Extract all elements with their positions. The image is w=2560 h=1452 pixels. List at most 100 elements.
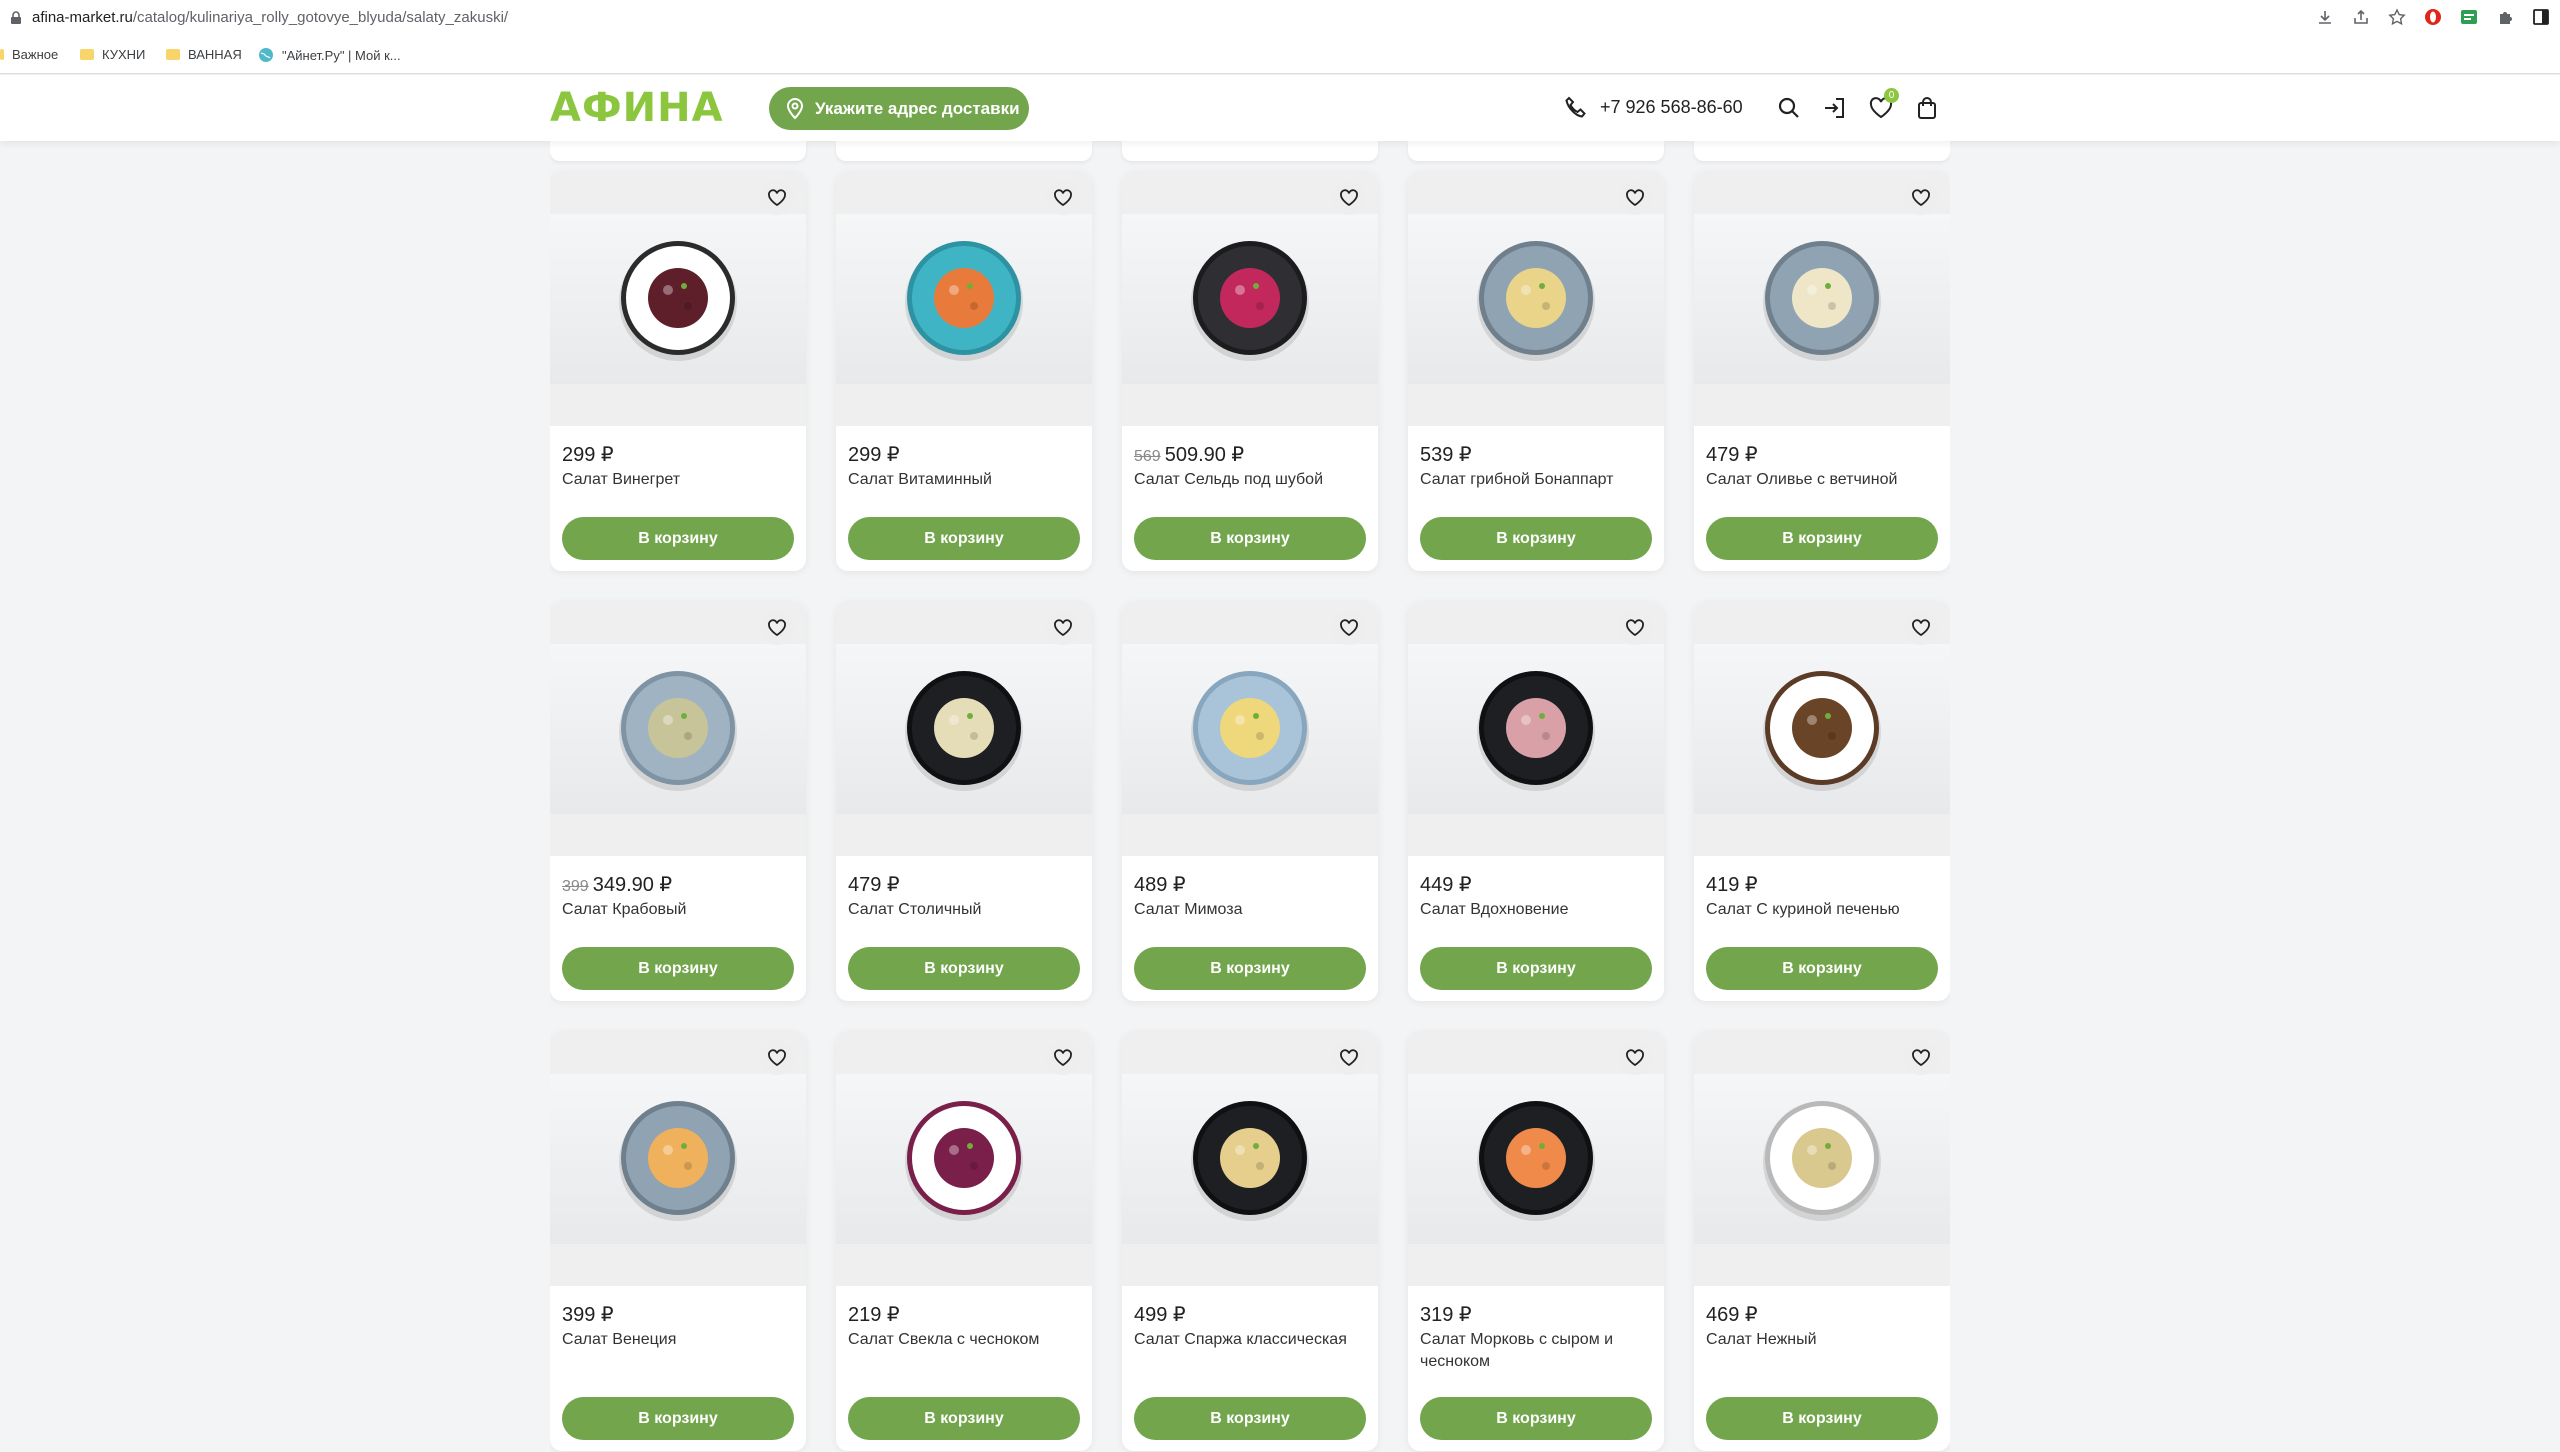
- product-name[interactable]: Салат Оливье с ветчиной: [1706, 469, 1938, 491]
- phone-number[interactable]: +7 926 568-86-60: [1600, 97, 1743, 118]
- product-name[interactable]: Салат Столичный: [848, 899, 1080, 921]
- product-photo[interactable]: [1408, 644, 1664, 814]
- product-photo[interactable]: [836, 644, 1092, 814]
- product-photo[interactable]: [550, 214, 806, 384]
- product-name[interactable]: Салат Венеция: [562, 1329, 794, 1351]
- delivery-address-button[interactable]: Укажите адрес доставки: [769, 87, 1029, 130]
- product-photo[interactable]: [1408, 214, 1664, 384]
- add-to-favorites-button[interactable]: [1046, 1041, 1080, 1075]
- add-to-favorites-button[interactable]: [1618, 1041, 1652, 1075]
- login-icon[interactable]: [1822, 95, 1848, 121]
- add-to-cart-button[interactable]: В корзину: [1706, 947, 1938, 990]
- download-icon[interactable]: [2314, 6, 2336, 28]
- product-card[interactable]: 319 ₽ Салат Морковь с сыром и чесноком В…: [1408, 1031, 1664, 1451]
- url-text[interactable]: afina-market.ru/catalog/kulinariya_rolly…: [32, 9, 508, 26]
- product-image-area[interactable]: [1694, 601, 1950, 856]
- product-card[interactable]: 299 ₽ Салат Витаминный В корзину: [836, 171, 1092, 571]
- product-photo[interactable]: [1122, 644, 1378, 814]
- product-photo[interactable]: [1694, 214, 1950, 384]
- product-image-area[interactable]: [1122, 601, 1378, 856]
- add-to-cart-button[interactable]: В корзину: [1420, 517, 1652, 560]
- add-to-favorites-button[interactable]: [1046, 181, 1080, 215]
- product-name[interactable]: Салат Нежный: [1706, 1329, 1938, 1351]
- add-to-favorites-button[interactable]: [760, 1041, 794, 1075]
- add-to-cart-button[interactable]: В корзину: [1420, 1397, 1652, 1440]
- add-to-cart-button[interactable]: В корзину: [848, 517, 1080, 560]
- product-photo[interactable]: [1694, 1074, 1950, 1244]
- product-card[interactable]: 469 ₽ Салат Нежный В корзину: [1694, 1031, 1950, 1451]
- opera-extension-icon[interactable]: [2422, 6, 2444, 28]
- add-to-cart-button[interactable]: В корзину: [1134, 947, 1366, 990]
- bookmark-ainet[interactable]: "Айнет.Ру" | Мой к...: [258, 47, 401, 63]
- add-to-cart-button[interactable]: В корзину: [1134, 517, 1366, 560]
- translate-extension-icon[interactable]: [2458, 6, 2480, 28]
- product-image-area[interactable]: [1122, 1031, 1378, 1286]
- product-photo[interactable]: [550, 644, 806, 814]
- product-card[interactable]: 479 ₽ Салат Оливье с ветчиной В корзину: [1694, 171, 1950, 571]
- add-to-cart-button[interactable]: В корзину: [848, 947, 1080, 990]
- product-card[interactable]: 399 ₽ Салат Венеция В корзину: [550, 1031, 806, 1451]
- add-to-cart-button[interactable]: В корзину: [562, 517, 794, 560]
- product-photo[interactable]: [836, 214, 1092, 384]
- bookmark-important[interactable]: Важное: [0, 47, 58, 62]
- product-name[interactable]: Салат С куриной печенью: [1706, 899, 1938, 921]
- share-icon[interactable]: [2350, 6, 2372, 28]
- search-icon[interactable]: [1776, 95, 1802, 121]
- product-image-area[interactable]: [1408, 171, 1664, 426]
- site-logo[interactable]: АФИНА: [550, 85, 724, 131]
- add-to-favorites-button[interactable]: [1618, 181, 1652, 215]
- product-image-area[interactable]: [1408, 1031, 1664, 1286]
- product-photo[interactable]: [1408, 1074, 1664, 1244]
- product-image-area[interactable]: [550, 171, 806, 426]
- product-photo[interactable]: [550, 1074, 806, 1244]
- product-card[interactable]: 499 ₽ Салат Спаржа классическая В корзин…: [1122, 1031, 1378, 1451]
- bookmark-bathroom[interactable]: ВАННАЯ: [166, 47, 242, 62]
- product-name[interactable]: Салат Морковь с сыром и чесноком: [1420, 1329, 1652, 1373]
- add-to-cart-button[interactable]: В корзину: [1706, 517, 1938, 560]
- product-card[interactable]: 479 ₽ Салат Столичный В корзину: [836, 601, 1092, 1001]
- product-image-area[interactable]: [1694, 1031, 1950, 1286]
- product-image-area[interactable]: [836, 601, 1092, 856]
- product-image-area[interactable]: [1408, 601, 1664, 856]
- product-card[interactable]: 219 ₽ Салат Свекла с чесноком В корзину: [836, 1031, 1092, 1451]
- product-name[interactable]: Салат Витаминный: [848, 469, 1080, 491]
- product-card[interactable]: 299 ₽ Салат Винегрет В корзину: [550, 171, 806, 571]
- sidebar-panel-icon[interactable]: [2530, 6, 2552, 28]
- add-to-favorites-button[interactable]: [1332, 611, 1366, 645]
- add-to-favorites-button[interactable]: [760, 181, 794, 215]
- bookmark-kitchens[interactable]: КУХНИ: [80, 47, 145, 62]
- product-name[interactable]: Салат Винегрет: [562, 469, 794, 491]
- product-photo[interactable]: [836, 1074, 1092, 1244]
- puzzle-extensions-icon[interactable]: [2494, 6, 2516, 28]
- product-image-area[interactable]: [1122, 171, 1378, 426]
- cart-bag-icon[interactable]: [1914, 95, 1940, 121]
- add-to-favorites-button[interactable]: [1904, 1041, 1938, 1075]
- product-card[interactable]: 489 ₽ Салат Мимоза В корзину: [1122, 601, 1378, 1001]
- add-to-cart-button[interactable]: В корзину: [1420, 947, 1652, 990]
- product-name[interactable]: Салат Сельдь под шубой: [1134, 469, 1366, 491]
- add-to-cart-button[interactable]: В корзину: [1706, 1397, 1938, 1440]
- product-image-area[interactable]: [836, 171, 1092, 426]
- add-to-favorites-button[interactable]: [1332, 181, 1366, 215]
- product-name[interactable]: Салат Мимоза: [1134, 899, 1366, 921]
- product-photo[interactable]: [1694, 644, 1950, 814]
- product-image-area[interactable]: [836, 1031, 1092, 1286]
- star-icon[interactable]: [2386, 6, 2408, 28]
- product-photo[interactable]: [1122, 1074, 1378, 1244]
- product-card[interactable]: 419 ₽ Салат С куриной печенью В корзину: [1694, 601, 1950, 1001]
- product-name[interactable]: Салат Свекла с чесноком: [848, 1329, 1080, 1351]
- add-to-favorites-button[interactable]: [760, 611, 794, 645]
- product-photo[interactable]: [1122, 214, 1378, 384]
- product-card[interactable]: 539 ₽ Салат грибной Бонаппарт В корзину: [1408, 171, 1664, 571]
- add-to-cart-button[interactable]: В корзину: [1134, 1397, 1366, 1440]
- product-name[interactable]: Салат Крабовый: [562, 899, 794, 921]
- product-name[interactable]: Салат Вдохновение: [1420, 899, 1652, 921]
- product-image-area[interactable]: [550, 1031, 806, 1286]
- product-card[interactable]: 449 ₽ Салат Вдохновение В корзину: [1408, 601, 1664, 1001]
- product-image-area[interactable]: [1694, 171, 1950, 426]
- product-card[interactable]: 399 349.90 ₽ Салат Крабовый В корзину: [550, 601, 806, 1001]
- product-image-area[interactable]: [550, 601, 806, 856]
- add-to-cart-button[interactable]: В корзину: [848, 1397, 1080, 1440]
- product-name[interactable]: Салат грибной Бонаппарт: [1420, 469, 1652, 491]
- add-to-favorites-button[interactable]: [1904, 181, 1938, 215]
